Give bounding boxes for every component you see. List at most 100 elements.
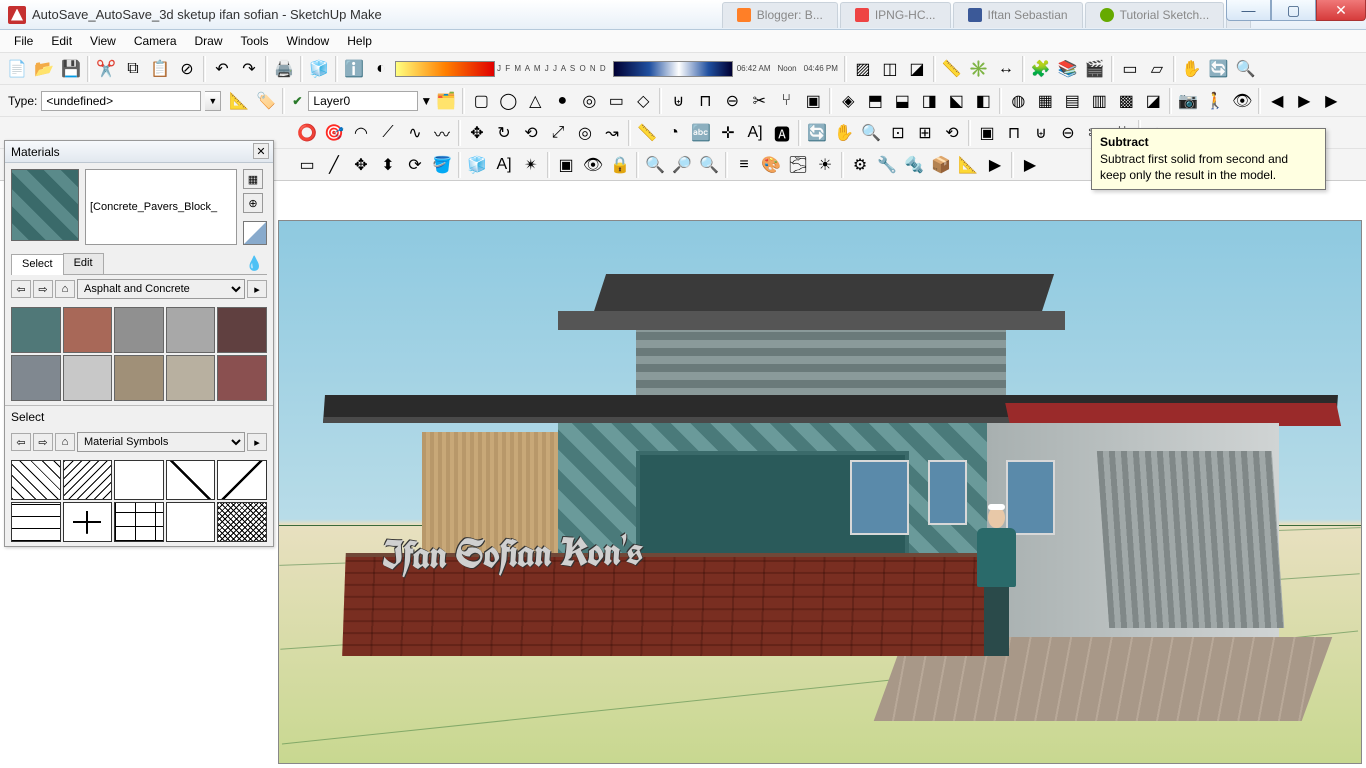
explode-icon[interactable]: ✴ bbox=[518, 152, 544, 178]
scenes-icon[interactable]: 🎬 bbox=[1082, 56, 1108, 82]
union-icon[interactable]: ⊎ bbox=[665, 88, 691, 114]
move-icon[interactable]: ✥ bbox=[348, 152, 374, 178]
wireframe-icon[interactable]: ▦ bbox=[1032, 88, 1058, 114]
dims-tool-icon[interactable]: 📐 bbox=[226, 88, 252, 114]
menu-view[interactable]: View bbox=[82, 32, 124, 50]
arc2-icon[interactable]: ⟋ bbox=[375, 120, 401, 146]
split-icon[interactable]: ⑂ bbox=[773, 88, 799, 114]
cylinder-icon[interactable]: ◯ bbox=[495, 88, 521, 114]
close-button[interactable]: ✕ bbox=[1316, 0, 1366, 21]
symbol-swatch[interactable] bbox=[166, 460, 216, 500]
nav-home-icon[interactable]: ⌂ bbox=[55, 280, 75, 298]
zoom-sel-icon[interactable]: 🔍 bbox=[642, 152, 668, 178]
box-icon[interactable]: ▢ bbox=[468, 88, 494, 114]
scale-red-icon[interactable]: ⤢ bbox=[545, 120, 571, 146]
symbol-swatch[interactable] bbox=[11, 502, 61, 542]
move-arrows-icon[interactable]: ✥ bbox=[464, 120, 490, 146]
zoom-extents-icon[interactable]: ⊞ bbox=[912, 120, 938, 146]
symbol-swatch[interactable] bbox=[114, 502, 164, 542]
material-name-input[interactable] bbox=[85, 169, 237, 245]
protractor-icon[interactable]: ◔ bbox=[661, 120, 687, 146]
rectangle-icon[interactable]: ▭ bbox=[294, 152, 320, 178]
torus-icon[interactable]: ◎ bbox=[576, 88, 602, 114]
material-swatch[interactable] bbox=[11, 307, 61, 353]
dims-icon[interactable]: A] bbox=[742, 120, 768, 146]
trim-icon[interactable]: ✂ bbox=[746, 88, 772, 114]
time-slider[interactable] bbox=[613, 61, 733, 77]
style-icon[interactable]: 🎨 bbox=[758, 152, 784, 178]
symbol-swatch[interactable] bbox=[114, 460, 164, 500]
rotate2-icon[interactable]: ⟲ bbox=[518, 120, 544, 146]
symbol-swatch[interactable] bbox=[217, 460, 267, 500]
material-library-select-2[interactable]: Material Symbols bbox=[77, 432, 245, 452]
symbol-swatch[interactable] bbox=[63, 460, 113, 500]
material-swatch[interactable] bbox=[63, 307, 113, 353]
default-material-icon[interactable] bbox=[243, 221, 267, 245]
dimension-icon[interactable]: ↔ bbox=[993, 56, 1019, 82]
model-info-icon[interactable]: 🧊 bbox=[306, 56, 332, 82]
outliner-icon[interactable]: 📚 bbox=[1055, 56, 1081, 82]
fog-icon[interactable]: 🌫 bbox=[785, 152, 811, 178]
symbol-swatch[interactable] bbox=[11, 460, 61, 500]
material-swatch[interactable] bbox=[166, 355, 216, 401]
material-swatch[interactable] bbox=[11, 355, 61, 401]
nav-fwd-icon[interactable]: ⇨ bbox=[33, 280, 53, 298]
axes-tool-icon[interactable]: ✛ bbox=[715, 120, 741, 146]
3d-viewport[interactable]: Ifan Sofian Kon's bbox=[278, 220, 1362, 764]
nav-back-icon[interactable]: ⇦ bbox=[11, 433, 31, 451]
menu-help[interactable]: Help bbox=[339, 32, 380, 50]
materials-tab-select[interactable]: Select bbox=[11, 254, 64, 275]
material-swatch[interactable] bbox=[63, 355, 113, 401]
layer-visible-icon[interactable]: ✔ bbox=[292, 94, 302, 108]
copy-icon[interactable]: ⧉ bbox=[120, 56, 146, 82]
xray-icon[interactable]: ◍ bbox=[1005, 88, 1031, 114]
menu-window[interactable]: Window bbox=[279, 32, 338, 50]
subtract-green-icon[interactable]: ⊖ bbox=[1055, 120, 1081, 146]
section-plane-icon[interactable]: ▨ bbox=[850, 56, 876, 82]
position-camera-icon[interactable]: 📷 bbox=[1175, 88, 1201, 114]
paste-icon[interactable]: 📋 bbox=[147, 56, 173, 82]
freehand-icon[interactable]: 〰 bbox=[429, 120, 455, 146]
delete-icon[interactable]: ⊘ bbox=[174, 56, 200, 82]
maximize-button[interactable]: ▢ bbox=[1271, 0, 1316, 21]
components-icon[interactable]: 🧩 bbox=[1028, 56, 1054, 82]
orbit-icon[interactable]: 🔄 bbox=[1206, 56, 1232, 82]
front-view-icon[interactable]: ⬓ bbox=[889, 88, 915, 114]
select-icon[interactable]: ▭ bbox=[1117, 56, 1143, 82]
iso-view-icon[interactable]: ◈ bbox=[835, 88, 861, 114]
zoom-green-icon[interactable]: 🔍 bbox=[858, 120, 884, 146]
3dtext-icon[interactable]: 🅰 bbox=[769, 120, 795, 146]
line-icon[interactable]: ╱ bbox=[321, 152, 347, 178]
plugin4-icon[interactable]: 📦 bbox=[928, 152, 954, 178]
materials-tab-edit[interactable]: Edit bbox=[63, 253, 104, 274]
prev-scene-icon[interactable]: ◀ bbox=[1264, 88, 1290, 114]
shadows-icon[interactable]: ☀ bbox=[812, 152, 838, 178]
plugin6-icon[interactable]: ▶ bbox=[982, 152, 1008, 178]
shaded-tex-icon[interactable]: ▩ bbox=[1113, 88, 1139, 114]
play-anim-icon[interactable]: ▶ bbox=[1291, 88, 1317, 114]
target-icon[interactable]: 🎯 bbox=[321, 120, 347, 146]
next-scene-icon[interactable]: ▶ bbox=[1318, 88, 1344, 114]
material-preview-swatch[interactable] bbox=[11, 169, 79, 241]
orbit-green-icon[interactable]: 🔄 bbox=[804, 120, 830, 146]
eyedropper-icon[interactable]: 💧 bbox=[242, 253, 267, 274]
component-icon[interactable]: 🧊 bbox=[464, 152, 490, 178]
browser-tab[interactable]: Tutorial Sketch... bbox=[1085, 2, 1225, 28]
layer-manager-icon[interactable]: 🗂️ bbox=[433, 88, 459, 114]
hidden-line-icon[interactable]: ▤ bbox=[1059, 88, 1085, 114]
nav-fwd-icon[interactable]: ⇨ bbox=[33, 433, 53, 451]
curve-icon[interactable]: ∿ bbox=[402, 120, 428, 146]
prism-icon[interactable]: ◇ bbox=[630, 88, 656, 114]
tube-icon[interactable]: ▭ bbox=[603, 88, 629, 114]
hide-icon[interactable]: 👁 bbox=[580, 152, 606, 178]
rotate-red-icon[interactable]: ↻ bbox=[491, 120, 517, 146]
material-swatch[interactable] bbox=[217, 355, 267, 401]
zoom-window-icon[interactable]: ⊡ bbox=[885, 120, 911, 146]
plugin2-icon[interactable]: 🔧 bbox=[874, 152, 900, 178]
follow-red-icon[interactable]: ↝ bbox=[599, 120, 625, 146]
menu-draw[interactable]: Draw bbox=[187, 32, 231, 50]
shaded-icon[interactable]: ▥ bbox=[1086, 88, 1112, 114]
text-icon[interactable]: A] bbox=[491, 152, 517, 178]
symbol-swatch[interactable] bbox=[63, 502, 113, 542]
scale-figure-person[interactable] bbox=[972, 507, 1021, 656]
